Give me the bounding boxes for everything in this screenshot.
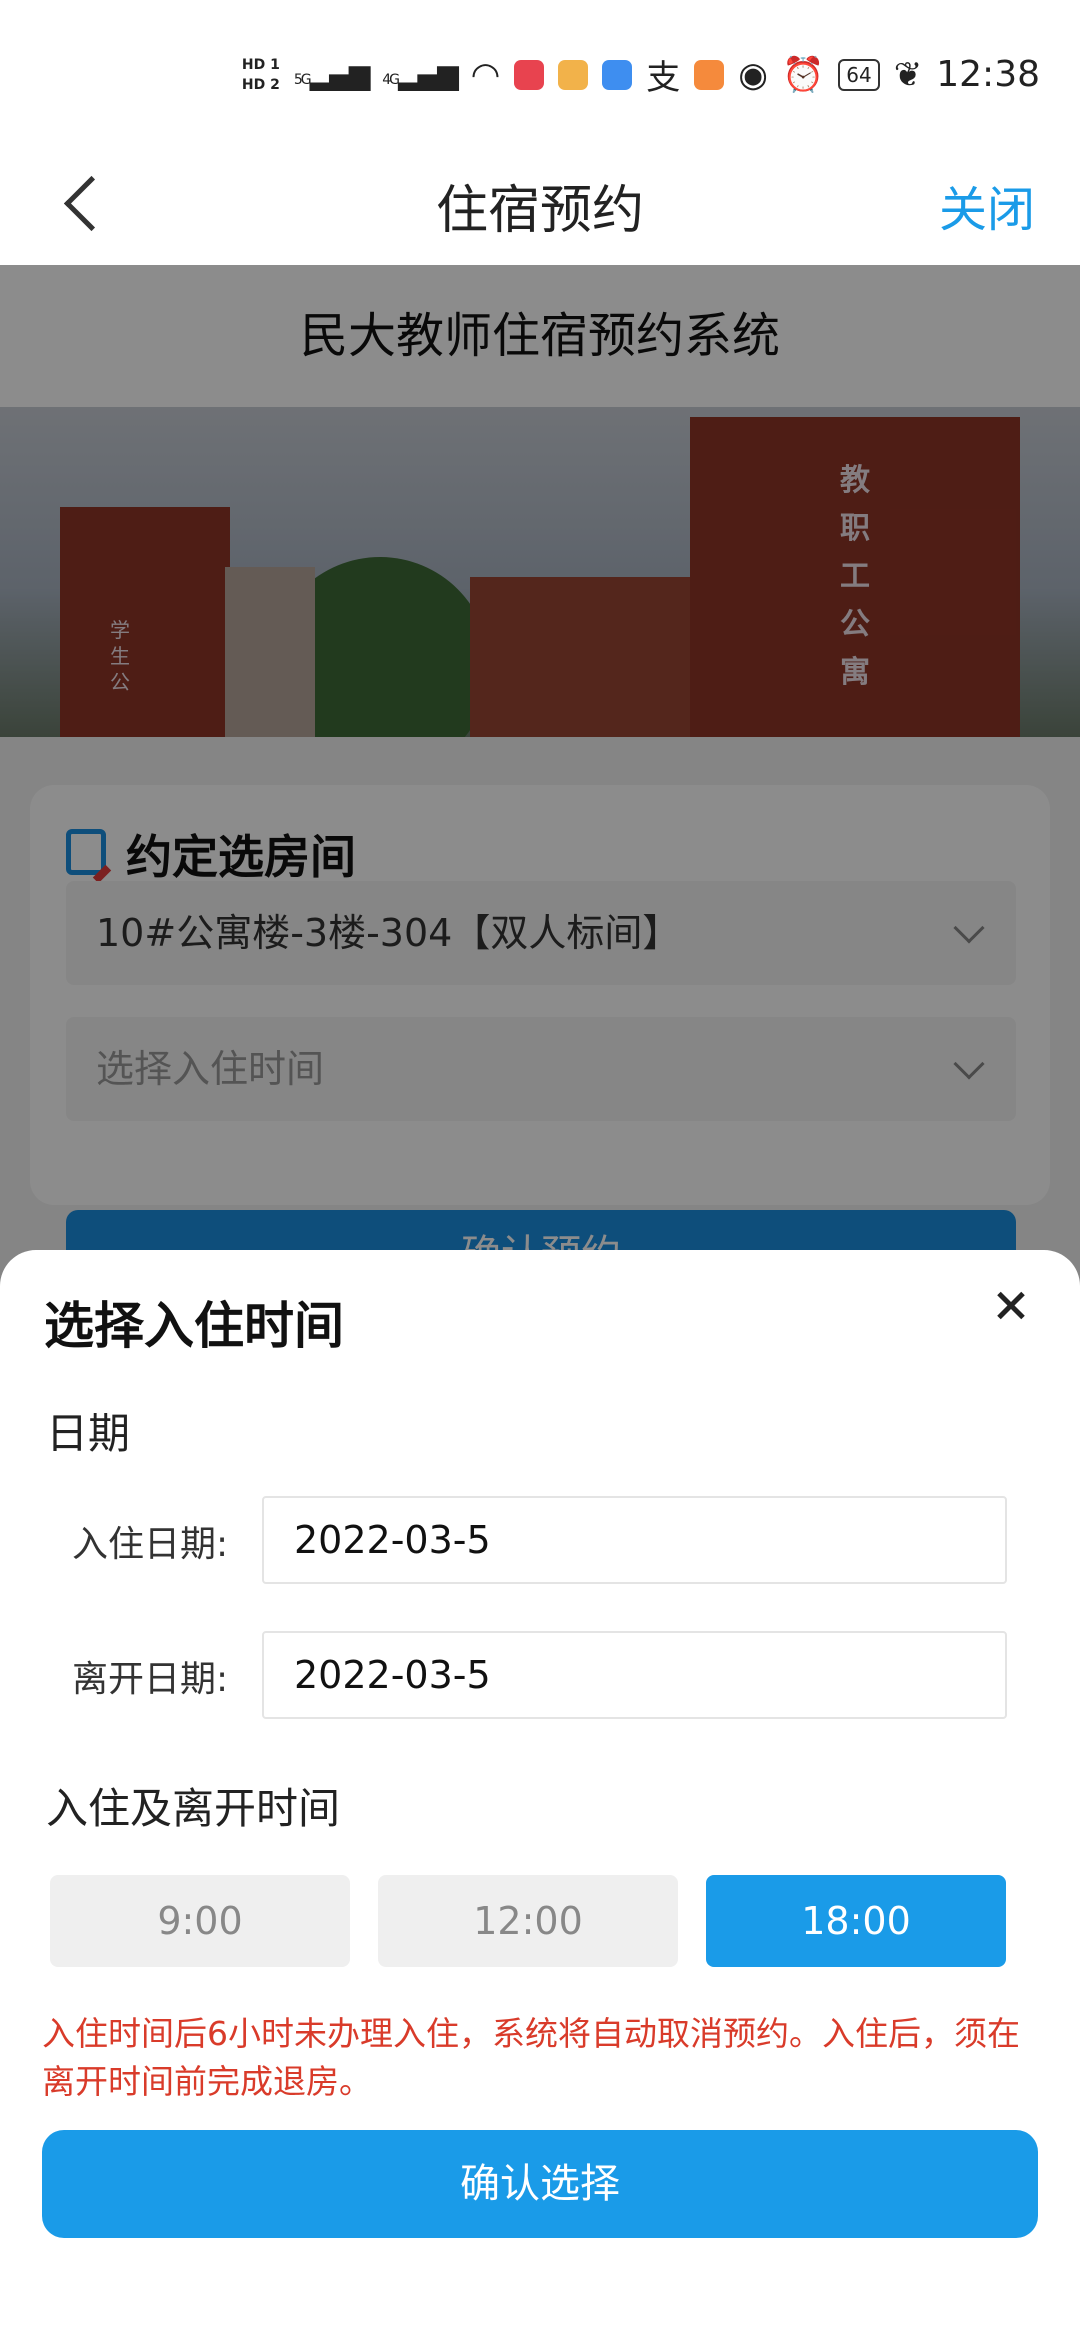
confirm-selection-button[interactable]: 确认选择 [42,2130,1038,2238]
page-title: 住宿预约 [435,181,644,241]
checkin-notice: 入住时间后6小时未办理入住，系统将自动取消预约。入住后，须在离开时间前完成退房。 [42,2014,1020,2101]
checkin-time-sheet: 选择入住时间 日期 入住日期: 离开日期: 入住及离开时间 9:00 12:00… [0,1250,1080,2340]
leaf-icon: ❦ [893,54,923,95]
heart-app-icon [694,59,725,90]
close-icon[interactable] [976,1270,1046,1340]
eye-icon: ◉ [738,54,768,95]
close-link[interactable]: 关闭 [939,170,1035,240]
hd2-label: HD 2 [241,76,280,93]
signal-5g-icon: 5G▂▄▆ [293,58,370,91]
time-option-18-selected[interactable]: 18:00 [706,1875,1006,1967]
time-section-label: 入住及离开时间 [46,1784,341,1833]
battery-icon: 64 [838,58,880,91]
wifi-icon: ◠ [470,54,501,95]
hd1-label: HD 1 [241,56,280,73]
book-app-icon [514,59,545,90]
sheet-title: 选择入住时间 [44,1297,344,1355]
date-section-label: 日期 [46,1409,131,1458]
time-option-9[interactable]: 9:00 [50,1875,350,1967]
leave-date-input[interactable] [262,1631,1007,1719]
time-option-12[interactable]: 12:00 [378,1875,678,1967]
nav-bar: 住宿预约 关闭 [0,150,1080,265]
checkin-date-label: 入住日期: [72,1524,229,1565]
hd-indicator: HD 1 HD 2 [242,55,280,95]
status-icons: HD 1 HD 2 5G▂▄▆ 4G▂▄▆ ◠ 支 ◉ ⏰ 64 ❦ 12:38 [242,50,1040,99]
leave-date-label: 离开日期: [72,1659,229,1700]
alipay-icon: 支 [646,58,681,98]
cartoon-app-icon [558,59,589,90]
clock: 12:38 [936,54,1040,95]
signal-4g-icon: 4G▂▄▆ [382,58,458,91]
alarm-icon: ⏰ [781,54,825,95]
checkin-date-input[interactable] [262,1496,1007,1584]
cloud-app-icon [602,59,633,90]
status-bar: HD 1 HD 2 5G▂▄▆ 4G▂▄▆ ◠ 支 ◉ ⏰ 64 ❦ 12:38 [0,0,1080,150]
